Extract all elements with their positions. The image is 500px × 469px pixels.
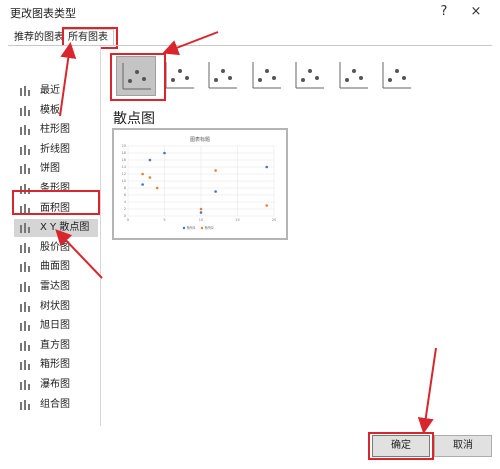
arrow-to-tab bbox=[59, 42, 77, 117]
arrow-to-ok bbox=[417, 347, 437, 434]
arrow-to-scatter bbox=[55, 229, 103, 279]
arrow-to-subtype bbox=[162, 31, 219, 56]
annotation-arrows bbox=[55, 31, 437, 434]
